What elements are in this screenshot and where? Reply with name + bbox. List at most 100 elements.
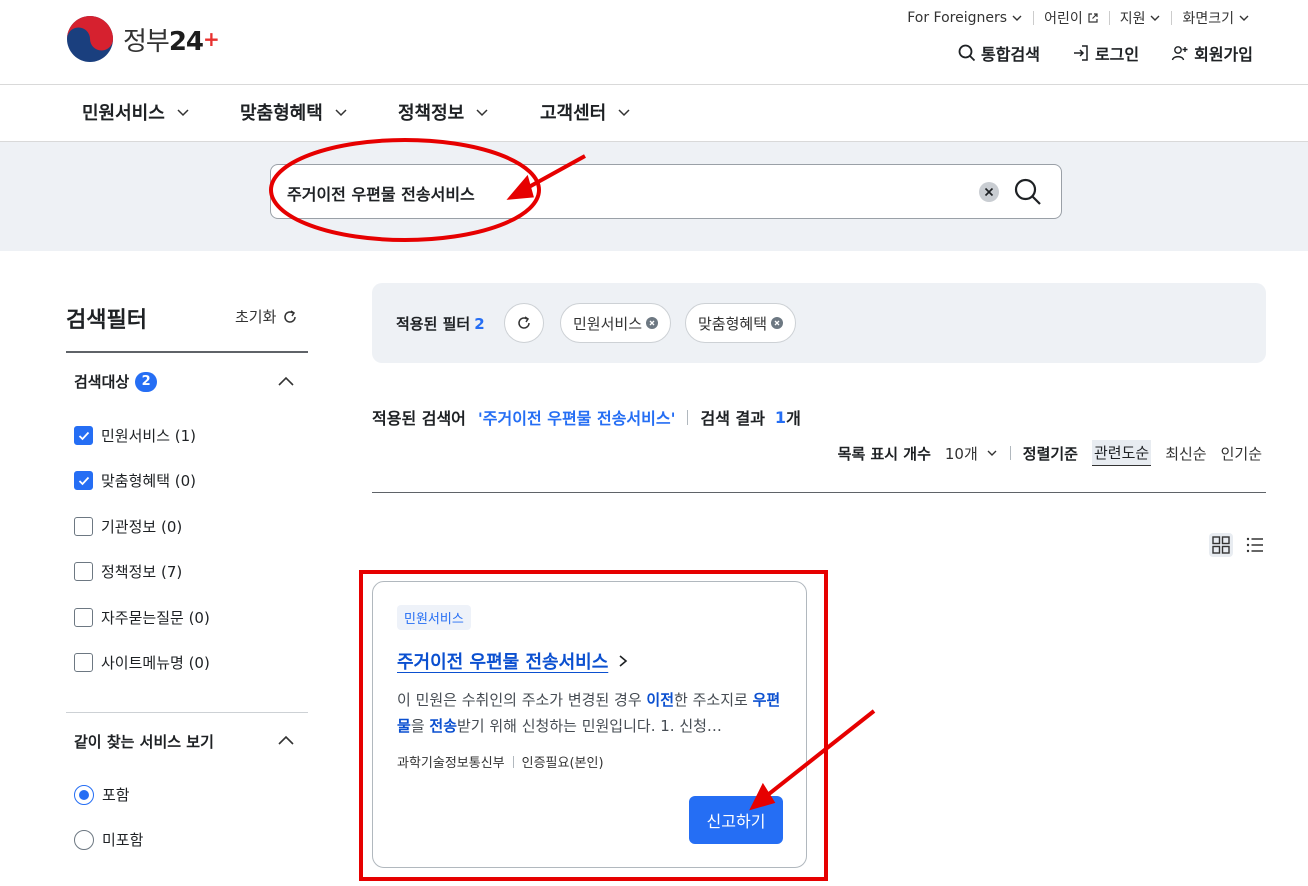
search-icon (958, 44, 976, 62)
check-icon (78, 476, 89, 485)
radio-include[interactable]: 포함 (74, 784, 130, 805)
checkbox-label: 정책정보 (7) (101, 563, 183, 581)
filter-checkbox-civil-service[interactable]: 민원서비스 (1) (74, 425, 196, 446)
checkbox[interactable] (74, 426, 93, 445)
result-count-label: 검색 결과 (700, 409, 765, 428)
divider (687, 409, 689, 425)
nav-customer-center[interactable]: 고객센터 (540, 99, 632, 125)
checkbox-label: 기관정보 (0) (101, 518, 183, 536)
sort-option-latest[interactable]: 최신순 (1165, 443, 1206, 464)
chevron-up-icon[interactable] (276, 372, 296, 392)
sort-option-popular[interactable]: 인기순 (1221, 443, 1262, 464)
checkbox[interactable] (74, 608, 93, 627)
applied-filters: 적용된 필터 2 민원서비스 맞춤형혜택 (372, 283, 1266, 363)
util-support-label: 지원 (1119, 11, 1146, 27)
divider (66, 712, 308, 713)
card-description: 이 민원은 수취인의 주소가 변경된 경우 이전한 주소지로 우편물을 전송받기… (397, 687, 785, 739)
clear-search-button[interactable] (979, 182, 999, 202)
grid-icon (1212, 536, 1230, 554)
filter-reset-label: 초기화 (235, 308, 277, 326)
search-input[interactable]: 주거이전 우편물 전송서비스 (270, 164, 1062, 219)
desc-keyword: 전송 (429, 717, 457, 735)
sort-label: 정렬기준 (1022, 444, 1078, 463)
logo-text-main: 정부 (123, 26, 170, 57)
result-card: 민원서비스 주거이전 우편물 전송서비스 이 민원은 수취인의 주소가 변경된 … (372, 581, 807, 868)
filter-chip-custom-benefits[interactable]: 맞춤형혜택 (685, 303, 797, 343)
util-foreigners[interactable]: For Foreigners (897, 10, 1033, 26)
card-title-link[interactable]: 주거이전 우편물 전송서비스 (397, 648, 630, 674)
filter-checkbox-custom-benefits[interactable]: 맞춤형혜택 (0) (74, 470, 196, 491)
search-submit-button[interactable] (1013, 177, 1043, 207)
login-button[interactable]: 로그인 (1072, 41, 1139, 65)
chevron-down-icon (618, 109, 630, 117)
util-kids-label: 어린이 (1044, 11, 1083, 27)
divider (512, 755, 514, 768)
close-icon (774, 320, 780, 326)
integrated-search-button[interactable]: 통합검색 (958, 41, 1040, 65)
logo-plus: + (203, 26, 220, 51)
applied-query-label: 적용된 검색어 (372, 409, 466, 428)
checkbox[interactable] (74, 562, 93, 581)
refresh-icon (284, 309, 297, 323)
integrated-search-label: 통합검색 (981, 45, 1040, 64)
filter-checkbox-agency-info[interactable]: 기관정보 (0) (74, 516, 182, 537)
chip-remove-button[interactable] (646, 317, 659, 329)
filter-checkbox-policy-info[interactable]: 정책정보 (7) (74, 561, 182, 582)
grid-view-button[interactable] (1209, 533, 1233, 557)
divider (66, 351, 308, 353)
view-toggle (1209, 533, 1267, 557)
logo[interactable]: 정부24+ (66, 15, 220, 63)
apply-button[interactable]: 신고하기 (689, 796, 783, 844)
signup-label: 회원가입 (1194, 45, 1253, 64)
chip-remove-button[interactable] (771, 317, 784, 329)
applied-filters-text: 적용된 필터 (396, 315, 471, 333)
chevron-down-icon (1239, 15, 1249, 21)
result-count-unit: 개 (786, 409, 801, 428)
search-target-label: 검색대상 (74, 373, 130, 391)
related-services-label: 같이 찾는 서비스 보기 (74, 733, 214, 751)
filter-chip-civil-service[interactable]: 민원서비스 (560, 303, 672, 343)
chevron-up-icon[interactable] (276, 731, 296, 751)
desc-keyword: 이전 (646, 691, 675, 709)
chevron-down-icon (987, 450, 997, 456)
card-auth-requirement: 인증필요(본인) (521, 756, 604, 771)
taegeuk-logo-icon (67, 16, 113, 62)
user-plus-icon (1171, 46, 1188, 61)
filter-checkbox-faq[interactable]: 자주묻는질문 (0) (74, 607, 210, 628)
nav-policy-info-label: 정책정보 (398, 103, 465, 124)
search-icon (1014, 178, 1041, 205)
close-icon (649, 320, 655, 326)
nav-policy-info[interactable]: 정책정보 (398, 99, 490, 125)
radio-label: 미포함 (102, 831, 144, 849)
card-agency: 과학기술정보통신부 (397, 756, 505, 771)
filter-chip-label: 맞춤형혜택 (698, 314, 768, 333)
chevron-down-icon (476, 109, 488, 117)
checkbox[interactable] (74, 517, 93, 536)
signup-button[interactable]: 회원가입 (1171, 41, 1253, 65)
nav-civil-service-label: 민원서비스 (82, 103, 165, 124)
radio-button[interactable] (74, 784, 94, 805)
applied-filters-label: 적용된 필터 2 (396, 313, 485, 334)
sort-bar: 목록 표시 개수 10개 정렬기준 관련도순 최신순 인기순 (838, 440, 1262, 466)
sort-option-relevance[interactable]: 관련도순 (1091, 440, 1152, 466)
util-support[interactable]: 지원 (1110, 8, 1172, 28)
checkbox-label: 맞춤형혜택 (0) (101, 472, 197, 490)
util-font-size[interactable]: 화면크기 (1172, 8, 1260, 28)
checkbox[interactable] (74, 471, 93, 490)
list-view-button[interactable] (1243, 533, 1267, 557)
checkbox[interactable] (74, 653, 93, 672)
filter-checkbox-site-menu[interactable]: 사이트메뉴명 (0) (74, 652, 210, 673)
nav-civil-service[interactable]: 민원서비스 (82, 99, 191, 125)
nav-custom-benefits[interactable]: 맞춤형혜택 (240, 99, 349, 125)
page-size-select[interactable]: 10개 (945, 443, 998, 464)
search-target-heading: 검색대상 2 (74, 371, 158, 392)
filter-chip-label: 민원서비스 (573, 314, 643, 333)
radio-button[interactable] (74, 829, 94, 850)
reset-filters-button[interactable] (504, 303, 544, 343)
desc-text: 을 (410, 717, 430, 735)
nav-customer-center-label: 고객센터 (540, 103, 607, 124)
filter-reset-button[interactable]: 초기화 (235, 306, 298, 327)
search-target-count-badge: 2 (135, 371, 158, 392)
util-kids[interactable]: 어린이 (1034, 8, 1109, 28)
radio-exclude[interactable]: 미포함 (74, 829, 143, 850)
